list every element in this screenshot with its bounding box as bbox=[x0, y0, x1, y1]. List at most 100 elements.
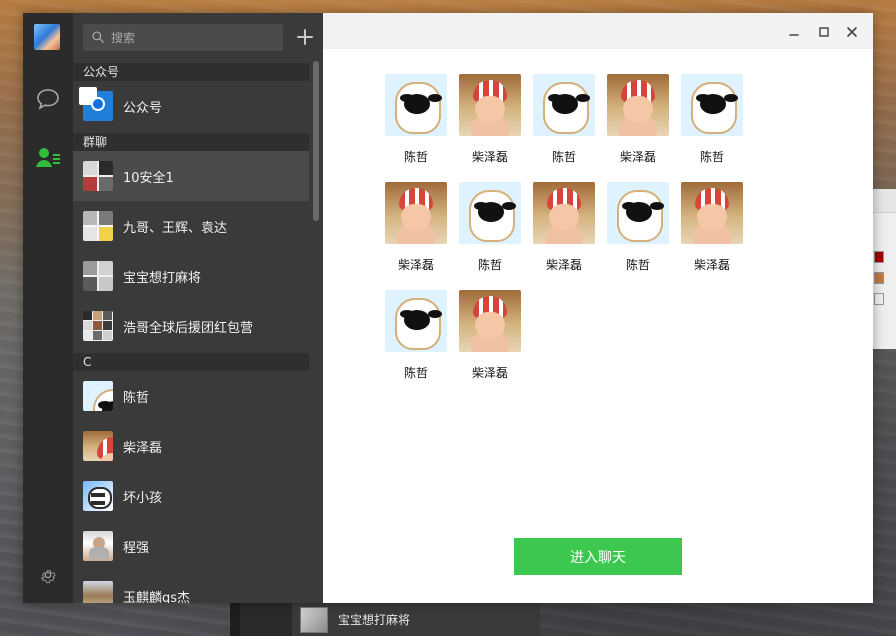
contact-list-panel: 公众号 公众号 群聊 10安全1 九哥、王辉、袁达 宝宝想打麻将 浩哥全球后援团… bbox=[73, 13, 323, 603]
list-item-label: 10安全1 bbox=[123, 170, 174, 186]
member-avatar bbox=[607, 182, 669, 244]
list-item-label: 柴泽磊 bbox=[123, 440, 163, 456]
maximize-icon bbox=[819, 27, 829, 37]
list-item-group-jiuge[interactable]: 九哥、王辉、袁达 bbox=[73, 201, 309, 251]
member-item[interactable]: 陈哲 bbox=[453, 182, 527, 290]
list-item-label: 公众号 bbox=[123, 100, 163, 116]
member-avatar bbox=[459, 290, 521, 352]
list-item-label: 陈哲 bbox=[123, 390, 150, 406]
contact-avatar bbox=[83, 431, 113, 461]
list-item-contact-yuqilin[interactable]: 玉麒麟qs杰 bbox=[73, 571, 309, 603]
group-members-grid: 陈哲 柴泽磊 陈哲 柴泽磊 陈哲 柴泽磊 陈哲 柴泽磊 陈哲 柴泽磊 陈哲 柴泽… bbox=[379, 74, 819, 398]
person-list-icon bbox=[36, 148, 60, 167]
member-item[interactable]: 柴泽磊 bbox=[675, 182, 749, 290]
list-item-contact-chaizelei[interactable]: 柴泽磊 bbox=[73, 421, 309, 471]
member-avatar bbox=[385, 74, 447, 136]
background-chat-preview: 宝宝想打麻将 bbox=[292, 603, 540, 636]
member-avatar bbox=[385, 182, 447, 244]
window-titlebar bbox=[323, 13, 873, 49]
member-name: 陈哲 bbox=[699, 150, 724, 164]
member-avatar bbox=[533, 74, 595, 136]
member-item[interactable]: 陈哲 bbox=[601, 182, 675, 290]
list-item-label: 宝宝想打麻将 bbox=[123, 270, 202, 286]
list-item-contact-chengqiang[interactable]: 程强 bbox=[73, 521, 309, 571]
group-avatar bbox=[83, 161, 113, 191]
background-chat-title: 宝宝想打麻将 bbox=[338, 613, 411, 627]
list-item-official[interactable]: 公众号 bbox=[73, 81, 309, 131]
member-name: 柴泽磊 bbox=[471, 366, 508, 380]
list-item-label: 玉麒麟qs杰 bbox=[123, 590, 191, 604]
settings-icon[interactable] bbox=[32, 559, 64, 591]
member-item[interactable]: 陈哲 bbox=[527, 74, 601, 182]
background-window-bottom: 宝宝想打麻将 bbox=[230, 603, 540, 636]
list-item-label: 浩哥全球后援团红包营 bbox=[123, 320, 254, 336]
contacts-icon[interactable] bbox=[32, 141, 64, 173]
member-avatar bbox=[607, 74, 669, 136]
member-item[interactable]: 柴泽磊 bbox=[453, 74, 527, 182]
color-swatch bbox=[874, 251, 884, 263]
member-name: 陈哲 bbox=[403, 366, 428, 380]
user-avatar[interactable] bbox=[34, 24, 60, 50]
list-item-contact-chenzhe[interactable]: 陈哲 bbox=[73, 371, 309, 421]
contact-avatar bbox=[83, 581, 113, 603]
section-header-official: 公众号 bbox=[73, 63, 309, 81]
list-item-contact-huaixiaohai[interactable]: 坏小孩 bbox=[73, 471, 309, 521]
background-window-right bbox=[872, 189, 896, 349]
official-account-icon bbox=[83, 91, 113, 121]
background-window-left-column bbox=[240, 603, 292, 636]
member-item[interactable]: 陈哲 bbox=[379, 290, 453, 398]
color-swatch bbox=[874, 293, 884, 305]
left-navigation bbox=[23, 13, 73, 603]
member-item[interactable]: 柴泽磊 bbox=[379, 182, 453, 290]
member-item[interactable]: 陈哲 bbox=[675, 74, 749, 182]
member-item[interactable]: 柴泽磊 bbox=[601, 74, 675, 182]
maximize-button[interactable] bbox=[817, 25, 831, 39]
contact-avatar bbox=[83, 531, 113, 561]
contact-list-scrollbar[interactable] bbox=[313, 61, 319, 221]
minimize-icon bbox=[789, 34, 799, 36]
minimize-button[interactable] bbox=[787, 25, 801, 39]
member-avatar bbox=[681, 182, 743, 244]
chat-bubble-icon bbox=[37, 89, 59, 110]
list-item-label: 九哥、王辉、袁达 bbox=[123, 220, 228, 236]
search-icon bbox=[92, 31, 104, 43]
close-button[interactable] bbox=[845, 25, 859, 39]
close-icon bbox=[847, 27, 857, 37]
group-avatar bbox=[83, 261, 113, 291]
member-item[interactable]: 柴泽磊 bbox=[527, 182, 601, 290]
member-name: 陈哲 bbox=[551, 150, 576, 164]
member-name: 陈哲 bbox=[625, 258, 650, 272]
group-details-panel: 陈哲 柴泽磊 陈哲 柴泽磊 陈哲 柴泽磊 陈哲 柴泽磊 陈哲 柴泽磊 陈哲 柴泽… bbox=[323, 13, 873, 603]
contact-avatar bbox=[83, 381, 113, 411]
section-header-groups: 群聊 bbox=[73, 133, 309, 151]
search-box bbox=[83, 24, 283, 51]
background-chat-thumbnail bbox=[300, 606, 328, 633]
member-avatar bbox=[681, 74, 743, 136]
color-swatch bbox=[874, 272, 884, 284]
member-avatar bbox=[385, 290, 447, 352]
member-avatar bbox=[459, 74, 521, 136]
member-avatar bbox=[459, 182, 521, 244]
plus-icon bbox=[297, 29, 313, 45]
section-header-c: C bbox=[73, 353, 309, 371]
add-button[interactable] bbox=[295, 27, 315, 47]
search-input[interactable] bbox=[111, 28, 276, 47]
member-item[interactable]: 陈哲 bbox=[379, 74, 453, 182]
chat-icon[interactable] bbox=[32, 83, 64, 115]
member-name: 柴泽磊 bbox=[693, 258, 730, 272]
list-item-group-baobao[interactable]: 宝宝想打麻将 bbox=[73, 251, 309, 301]
list-item-label: 坏小孩 bbox=[123, 490, 163, 506]
member-name: 柴泽磊 bbox=[471, 150, 508, 164]
contact-avatar bbox=[83, 481, 113, 511]
group-avatar bbox=[83, 211, 113, 241]
member-avatar bbox=[533, 182, 595, 244]
list-item-group-haoge[interactable]: 浩哥全球后援团红包营 bbox=[73, 301, 309, 351]
member-name: 陈哲 bbox=[403, 150, 428, 164]
enter-chat-button[interactable]: 进入聊天 bbox=[514, 538, 682, 575]
list-item-group-10anquan1[interactable]: 10安全1 bbox=[73, 151, 309, 201]
member-name: 柴泽磊 bbox=[619, 150, 656, 164]
wechat-window: 公众号 公众号 群聊 10安全1 九哥、王辉、袁达 宝宝想打麻将 浩哥全球后援团… bbox=[23, 13, 873, 603]
gear-icon bbox=[40, 570, 56, 584]
member-name: 柴泽磊 bbox=[545, 258, 582, 272]
member-item[interactable]: 柴泽磊 bbox=[453, 290, 527, 398]
